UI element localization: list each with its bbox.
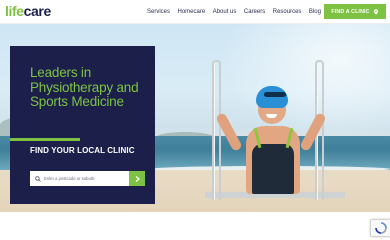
pool-ladder-rail-left <box>212 60 221 200</box>
chevron-right-icon <box>135 175 140 182</box>
swimmer-swimsuit <box>252 144 294 194</box>
nav-blog[interactable]: Blog <box>309 8 321 16</box>
find-clinic-heading: FIND YOUR LOCAL CLINIC <box>30 146 135 155</box>
nav-homecare[interactable]: Homecare <box>178 8 206 16</box>
main-nav: Services Homecare About us Careers Resou… <box>147 8 328 16</box>
hero-panel: Leaders in Physiotherapy and Sports Medi… <box>10 46 155 204</box>
hero-divider <box>10 138 80 141</box>
search-submit-button[interactable] <box>129 171 145 186</box>
recaptcha-badge[interactable] <box>370 219 390 237</box>
search-placeholder: Enter a postcode or suburb <box>44 176 95 181</box>
page-content-below <box>0 212 390 240</box>
find-a-clinic-button[interactable]: FIND A CLINIC <box>324 4 386 19</box>
nav-careers[interactable]: Careers <box>244 8 265 16</box>
logo-life-text: life <box>5 3 24 19</box>
swim-cap <box>256 86 288 108</box>
lifecare-logo[interactable]: lifecare <box>5 2 51 20</box>
hero-headline: Leaders in Physiotherapy and Sports Medi… <box>30 65 139 109</box>
search-icon <box>35 175 41 182</box>
recaptcha-icon <box>374 222 387 234</box>
swimmer-image <box>215 82 328 200</box>
swim-goggles <box>264 92 286 97</box>
logo-care-text: care <box>23 3 52 19</box>
nav-resources[interactable]: Resources <box>273 8 302 16</box>
nav-about-us[interactable]: About us <box>213 8 237 16</box>
find-a-clinic-label: FIND A CLINIC <box>331 8 370 15</box>
postcode-search-input[interactable]: Enter a postcode or suburb <box>30 171 129 186</box>
site-header: lifecare Services Homecare About us Care… <box>0 0 390 24</box>
swimmer-arm-right <box>299 111 327 153</box>
location-pin-icon <box>373 8 378 15</box>
nav-services[interactable]: Services <box>147 8 170 16</box>
